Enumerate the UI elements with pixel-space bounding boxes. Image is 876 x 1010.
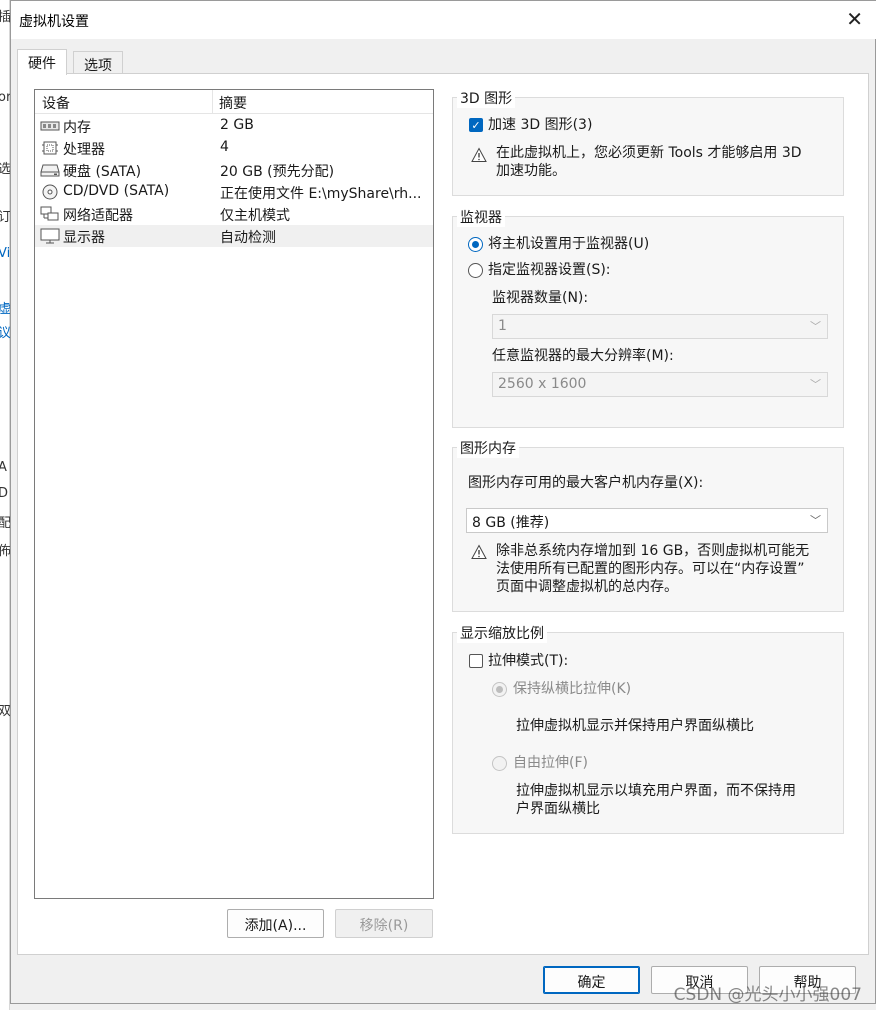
hard-disk-icon (40, 164, 60, 177)
tab-label: 选项 (84, 58, 112, 74)
device-name: 处理器 (63, 142, 105, 158)
list-header: 设备 摘要 (35, 90, 433, 114)
device-name: 网络适配器 (63, 208, 133, 224)
column-separator[interactable] (212, 90, 213, 114)
keep-aspect-label[interactable]: 保持纵横比拉伸(K) (513, 680, 631, 698)
graphics-memory-value: 8 GB (推荐) (472, 515, 550, 531)
accelerate-3d-checkbox[interactable]: ✓ (469, 118, 483, 132)
group-legend-monitor: 监视器 (457, 207, 505, 227)
chevron-down-icon: ﹀ (810, 514, 821, 527)
close-icon[interactable]: ✕ (846, 7, 863, 31)
background-text: D (0, 486, 9, 501)
specify-monitor-label[interactable]: 指定监视器设置(S): (488, 261, 611, 279)
device-list[interactable]: 设备 摘要 内存 2 GB 处理器 4 硬盘 (SATA) 20 GB (预先分… (34, 89, 434, 899)
warning-icon (471, 147, 487, 162)
specify-monitor-radio[interactable] (468, 263, 483, 278)
background-text: 选 (0, 162, 10, 177)
background-text: or (0, 90, 10, 105)
keep-aspect-radio[interactable] (492, 682, 507, 697)
use-host-monitor-radio[interactable] (468, 237, 483, 252)
background-text: 插 (0, 10, 10, 25)
max-resolution-select[interactable]: 2560 x 1600 ﹀ (492, 372, 828, 397)
monitor-count-label: 监视器数量(N): (492, 290, 589, 306)
group-legend-display-scaling: 显示缩放比例 (457, 623, 547, 643)
graphics-memory-select[interactable]: 8 GB (推荐) ﹀ (466, 508, 828, 533)
warning-icon (471, 544, 487, 559)
accelerate-3d-label[interactable]: 加速 3D 图形(3) (488, 116, 592, 134)
graphics-memory-warning: 法使用所有已配置的图形内存。可以在“内存设置” (496, 561, 805, 577)
device-name: 内存 (63, 120, 91, 136)
device-row-memory[interactable]: 内存 2 GB (35, 115, 433, 137)
device-summary: 2 GB (220, 117, 254, 133)
stretch-mode-checkbox[interactable] (469, 654, 483, 668)
device-summary: 自动检测 (220, 230, 276, 246)
background-window-strip: 插 or 选 订 Vi 虚 议 A D 配 佈 双 (0, 0, 10, 1010)
tab-label: 硬件 (28, 56, 56, 72)
chevron-down-icon: ﹀ (810, 378, 821, 391)
processor-icon (42, 141, 58, 155)
tab-hardware[interactable]: 硬件 (17, 49, 67, 75)
device-summary: 20 GB (预先分配) (220, 164, 335, 180)
cd-dvd-icon (42, 184, 58, 200)
group-legend-3d-graphics: 3D 图形 (457, 88, 516, 108)
graphics-memory-warning: 除非总系统内存增加到 16 GB，否则虚拟机可能无 (496, 543, 810, 559)
chevron-down-icon: ﹀ (810, 320, 821, 333)
free-stretch-radio[interactable] (492, 756, 507, 771)
device-summary: 正在使用文件 E:\myShare\rh... (220, 186, 422, 202)
background-text: 双 (0, 704, 10, 719)
device-summary: 仅主机模式 (220, 208, 290, 224)
device-name: 硬盘 (SATA) (63, 164, 142, 180)
vm-settings-dialog: 虚拟机设置 ✕ 硬件 选项 设备 摘要 内存 2 GB 处理器 4 硬盘 (SA… (10, 0, 876, 1004)
background-text: Vi (0, 246, 10, 261)
device-row-processor[interactable]: 处理器 4 (35, 137, 433, 159)
background-text: A (0, 460, 7, 475)
memory-icon (40, 121, 60, 131)
ok-button[interactable]: 确定 (543, 966, 640, 994)
3d-warning-text: 在此虚拟机上，您必须更新 Tools 才能够启用 3D (496, 145, 802, 161)
device-summary: 4 (220, 139, 229, 155)
free-stretch-label[interactable]: 自由拉伸(F) (513, 754, 588, 772)
free-stretch-description: 拉伸虚拟机显示以填充用户界面，而不保持用 (516, 783, 796, 799)
free-stretch-description: 户界面纵横比 (516, 801, 600, 817)
title-bar: 虚拟机设置 ✕ (11, 1, 876, 39)
device-row-hard-disk[interactable]: 硬盘 (SATA) 20 GB (预先分配) (35, 159, 433, 181)
background-text: 议 (0, 326, 10, 341)
group-legend-graphics-memory: 图形内存 (457, 438, 519, 458)
column-header-summary[interactable]: 摘要 (219, 93, 247, 113)
device-row-network-adapter[interactable]: 网络适配器 仅主机模式 (35, 203, 433, 225)
monitor-count-value: 1 (498, 318, 507, 334)
stretch-mode-label[interactable]: 拉伸模式(T): (488, 652, 568, 670)
device-row-display[interactable]: 显示器 自动检测 (35, 225, 433, 247)
max-resolution-label: 任意监视器的最大分辨率(M): (492, 348, 674, 364)
device-name: CD/DVD (SATA) (63, 183, 170, 199)
monitor-count-select[interactable]: 1 ﹀ (492, 314, 828, 339)
device-name: 显示器 (63, 230, 105, 246)
watermark: CSDN @光头小小强007 (673, 985, 862, 1005)
remove-device-button[interactable]: 移除(R) (335, 909, 433, 938)
3d-warning-text: 加速功能。 (496, 163, 566, 179)
background-text: 订 (0, 210, 10, 225)
use-host-monitor-label[interactable]: 将主机设置用于监视器(U) (488, 235, 649, 253)
tab-options[interactable]: 选项 (73, 51, 123, 74)
window-title: 虚拟机设置 (19, 14, 89, 30)
column-header-device[interactable]: 设备 (42, 93, 70, 113)
background-text: 配 (0, 516, 10, 531)
network-adapter-icon (40, 206, 59, 221)
background-text: 佈 (0, 544, 10, 559)
graphics-memory-max-label: 图形内存可用的最大客户机内存量(X): (468, 475, 704, 491)
device-row-cd-dvd[interactable]: CD/DVD (SATA) 正在使用文件 E:\myShare\rh... (35, 181, 433, 203)
keep-aspect-description: 拉伸虚拟机显示并保持用户界面纵横比 (516, 718, 754, 734)
display-icon (40, 228, 60, 244)
background-text: 虚 (0, 302, 10, 317)
max-resolution-value: 2560 x 1600 (498, 376, 587, 392)
add-device-button[interactable]: 添加(A)... (227, 909, 324, 938)
graphics-memory-warning: 页面中调整虚拟机的总内存。 (496, 579, 678, 595)
